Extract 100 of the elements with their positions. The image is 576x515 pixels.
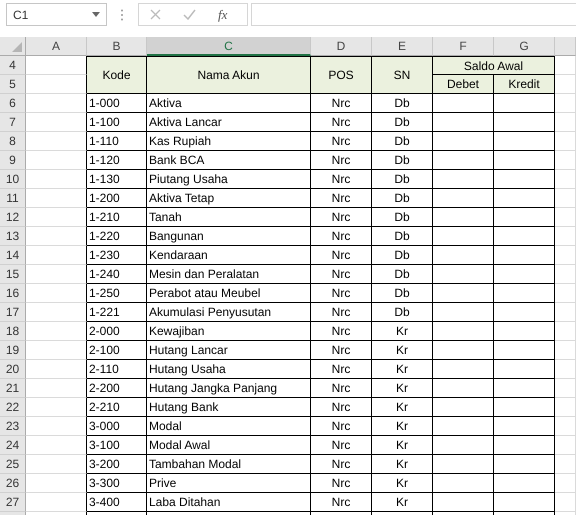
row-number[interactable]: 24	[0, 436, 26, 455]
insert-function-button[interactable]: fx	[218, 6, 228, 22]
row-number[interactable]: 6	[0, 94, 26, 113]
table-cell: 2-200	[87, 379, 147, 398]
row-number[interactable]: 5	[0, 75, 26, 94]
table-cell: Nrc	[311, 94, 372, 113]
row-number[interactable]: 23	[0, 417, 26, 436]
column-header[interactable]	[555, 37, 576, 56]
grid-cell	[555, 341, 576, 360]
checkmark-icon[interactable]	[183, 9, 196, 20]
grid-cell	[26, 360, 87, 379]
table-cell: Nrc	[311, 284, 372, 303]
table-cell: Nrc	[311, 208, 372, 227]
row-number[interactable]: 11	[0, 189, 26, 208]
grid-cell	[26, 170, 87, 189]
row-number[interactable]: 16	[0, 284, 26, 303]
table-header-cell: Debet	[433, 75, 494, 94]
table-cell: 1-220	[87, 227, 147, 246]
row-number[interactable]: 21	[0, 379, 26, 398]
formula-field[interactable]	[251, 3, 576, 26]
row-number[interactable]: 9	[0, 151, 26, 170]
table-cell: 2-000	[87, 322, 147, 341]
grid-cell	[555, 322, 576, 341]
grid-cell	[26, 455, 87, 474]
row-number[interactable]: 26	[0, 474, 26, 493]
table-cell: 2-110	[87, 360, 147, 379]
grid-cell	[26, 341, 87, 360]
grid-cell	[555, 227, 576, 246]
column-header[interactable]: E	[372, 37, 433, 56]
row-number[interactable]: 13	[0, 227, 26, 246]
table-cell: Nrc	[311, 246, 372, 265]
row-number[interactable]: 7	[0, 113, 26, 132]
select-all-button[interactable]	[0, 37, 26, 56]
table-cell	[433, 208, 494, 227]
grid-cell	[26, 398, 87, 417]
table-cell: Piutang Usaha	[147, 170, 311, 189]
table-header-cell: Saldo Awal	[433, 56, 555, 75]
grid-cell	[26, 227, 87, 246]
row-number[interactable]: 27	[0, 493, 26, 512]
table-cell	[433, 360, 494, 379]
table-cell	[433, 417, 494, 436]
name-box[interactable]: C1	[6, 3, 107, 26]
row-number[interactable]: 15	[0, 265, 26, 284]
table-cell: Mesin dan Peralatan	[147, 265, 311, 284]
table-cell	[494, 379, 555, 398]
table-header-cell: SN	[372, 56, 433, 94]
column-header[interactable]: D	[311, 37, 372, 56]
table-cell: 1-000	[87, 94, 147, 113]
grid-cell	[26, 284, 87, 303]
grid-cell	[26, 246, 87, 265]
row-number[interactable]: 10	[0, 170, 26, 189]
table-cell: 1-221	[87, 303, 147, 322]
table-cell	[494, 341, 555, 360]
table-cell: Kr	[372, 455, 433, 474]
row-number[interactable]: 18	[0, 322, 26, 341]
column-header[interactable]: B	[87, 37, 147, 56]
grid-cell	[26, 94, 87, 113]
column-header[interactable]: C	[147, 37, 311, 56]
table-cell: Aktiva	[147, 94, 311, 113]
table-cell: Perabot atau Meubel	[147, 284, 311, 303]
close-icon[interactable]	[150, 9, 161, 20]
table-cell: Nrc	[311, 132, 372, 151]
table-cell: Db	[372, 284, 433, 303]
table-cell	[433, 379, 494, 398]
grid-cell	[26, 493, 87, 512]
table-cell: Db	[372, 151, 433, 170]
table-cell: Nrc	[311, 417, 372, 436]
table-cell	[433, 493, 494, 512]
grid-cell	[555, 132, 576, 151]
caret-icon[interactable]	[92, 12, 100, 17]
column-header[interactable]: F	[433, 37, 494, 56]
row-number[interactable]: 19	[0, 341, 26, 360]
grid-cell	[26, 265, 87, 284]
table-header-cell: Kredit	[494, 75, 555, 94]
table-cell	[433, 322, 494, 341]
row-number[interactable]: 20	[0, 360, 26, 379]
table-header-cell: Nama Akun	[147, 56, 311, 94]
table-cell: Modal	[147, 417, 311, 436]
table-cell	[494, 455, 555, 474]
table-cell: Db	[372, 132, 433, 151]
table-cell: Prive	[147, 474, 311, 493]
column-header[interactable]: G	[494, 37, 555, 56]
table-cell: Db	[372, 113, 433, 132]
table-cell	[433, 303, 494, 322]
row-number[interactable]: 17	[0, 303, 26, 322]
row-number[interactable]: 4	[0, 56, 26, 75]
row-number[interactable]: 22	[0, 398, 26, 417]
table-cell	[494, 417, 555, 436]
table-cell: Kewajiban	[147, 322, 311, 341]
table-cell: Kr	[372, 436, 433, 455]
row-number[interactable]: 14	[0, 246, 26, 265]
grid-cell	[555, 360, 576, 379]
grid-cell	[555, 56, 576, 75]
table-cell: 3-300	[87, 474, 147, 493]
row-number[interactable]: 25	[0, 455, 26, 474]
table-cell: Hutang Bank	[147, 398, 311, 417]
drag-handle-icon[interactable]	[120, 9, 124, 21]
row-number[interactable]: 8	[0, 132, 26, 151]
row-number[interactable]: 12	[0, 208, 26, 227]
column-header[interactable]: A	[26, 37, 87, 56]
